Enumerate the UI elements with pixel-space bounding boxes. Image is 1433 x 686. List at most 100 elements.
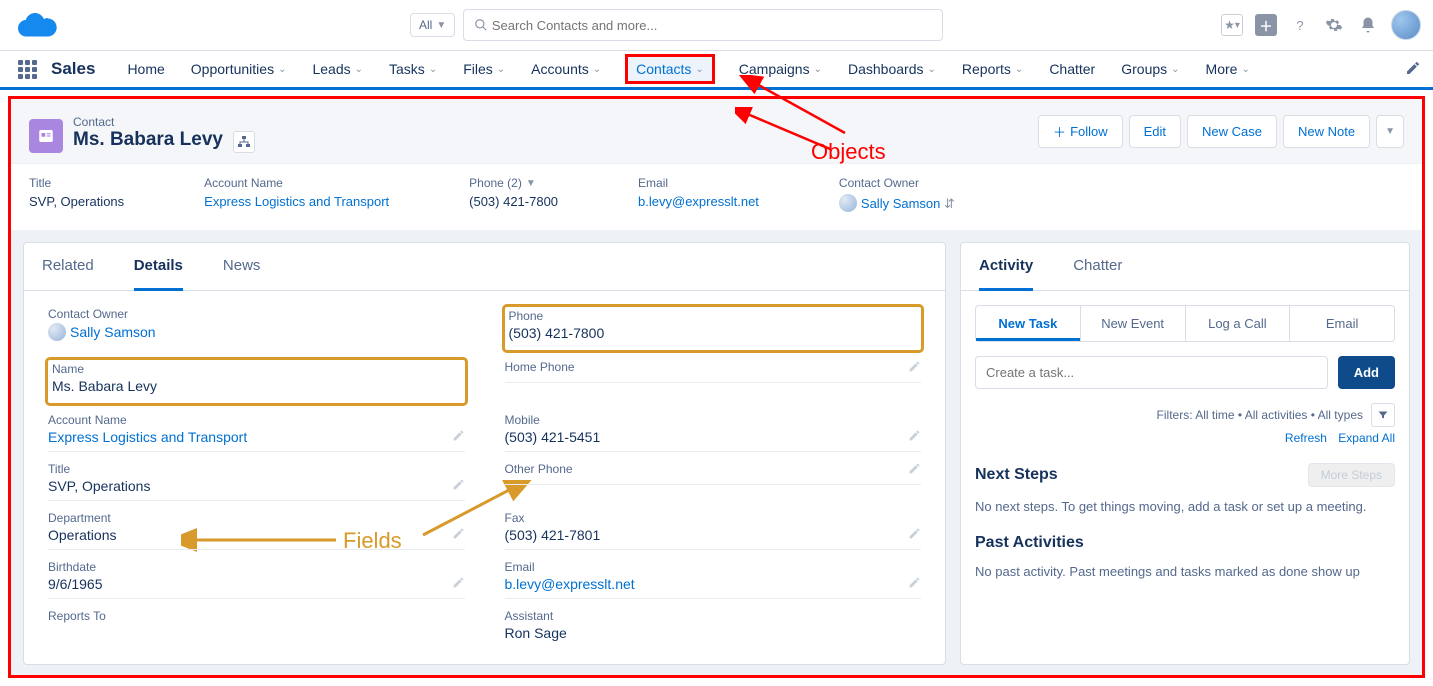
- chevron-down-icon: ⌄: [1171, 64, 1179, 75]
- nav-item-files[interactable]: Files ⌄: [461, 57, 507, 81]
- field-label: Fax: [505, 511, 922, 525]
- edit-pencil-icon[interactable]: [908, 360, 921, 376]
- app-launcher-icon[interactable]: [18, 60, 37, 79]
- nav-item-dashboards[interactable]: Dashboards ⌄: [846, 57, 938, 81]
- hierarchy-button[interactable]: [233, 131, 255, 153]
- subtab-email[interactable]: Email: [1290, 306, 1394, 341]
- new-task-input[interactable]: [975, 356, 1328, 389]
- nav-label: Groups: [1121, 61, 1167, 77]
- edit-pencil-icon[interactable]: [452, 429, 465, 445]
- nav-item-contacts[interactable]: Contacts ⌄: [625, 54, 715, 84]
- edit-pencil-icon[interactable]: [452, 576, 465, 592]
- new-note-button[interactable]: New Note: [1283, 115, 1370, 148]
- hl-account-value[interactable]: Express Logistics and Transport: [204, 194, 389, 209]
- nav-item-chatter[interactable]: Chatter: [1047, 57, 1097, 81]
- field-value: Ms. Babara Levy: [52, 376, 461, 401]
- tab-news[interactable]: News: [223, 243, 261, 290]
- hl-title-value: SVP, Operations: [29, 194, 124, 209]
- notifications-bell-icon[interactable]: [1357, 14, 1379, 36]
- hl-phone-label: Phone (2): [469, 176, 522, 190]
- nav-item-opportunities[interactable]: Opportunities ⌄: [189, 57, 289, 81]
- nav-item-leads[interactable]: Leads ⌄: [310, 57, 365, 81]
- field-link[interactable]: Express Logistics and Transport: [48, 429, 247, 445]
- search-input[interactable]: [492, 18, 932, 33]
- tab-details[interactable]: Details: [134, 243, 183, 291]
- next-steps-header: Next Steps More Steps: [961, 455, 1409, 495]
- expand-all-link[interactable]: Expand All: [1338, 431, 1395, 445]
- refresh-link[interactable]: Refresh: [1285, 431, 1327, 445]
- field-label: Email: [505, 560, 922, 574]
- change-owner-icon[interactable]: ⇵: [944, 196, 955, 211]
- field-account-name: Account NameExpress Logistics and Transp…: [48, 413, 465, 452]
- hl-owner-value[interactable]: Sally Samson: [861, 196, 940, 211]
- record-region: Objects Contact Ms. Babara Levy ＋Follow …: [8, 96, 1425, 678]
- nav-item-tasks[interactable]: Tasks ⌄: [387, 57, 439, 81]
- edit-pencil-icon[interactable]: [452, 527, 465, 543]
- field-value[interactable]: (503) 421-5451: [505, 427, 922, 452]
- edit-pencil-icon[interactable]: [908, 576, 921, 592]
- help-icon[interactable]: ?: [1289, 14, 1311, 36]
- edit-pencil-icon[interactable]: [908, 527, 921, 543]
- details-panel: RelatedDetailsNews Contact OwnerSally Sa…: [23, 242, 946, 665]
- subtab-log-a-call[interactable]: Log a Call: [1186, 306, 1291, 341]
- field-value[interactable]: [505, 374, 922, 383]
- hl-owner-label: Contact Owner: [839, 176, 955, 190]
- field-value[interactable]: [505, 476, 922, 485]
- chevron-down-icon: ⌄: [1015, 64, 1023, 75]
- global-add-button[interactable]: ＋: [1255, 14, 1277, 36]
- activity-links: Refresh Expand All: [961, 427, 1409, 455]
- search-icon: [474, 18, 488, 32]
- field-value[interactable]: Express Logistics and Transport: [48, 427, 465, 452]
- nav-label: Opportunities: [191, 61, 274, 77]
- field-label: Birthdate: [48, 560, 465, 574]
- edit-nav-pencil-icon[interactable]: [1405, 60, 1421, 79]
- hl-account: Account Name Express Logistics and Trans…: [204, 176, 389, 212]
- subtab-new-event[interactable]: New Event: [1081, 306, 1186, 341]
- field-label: Name: [52, 362, 461, 376]
- record-header: Contact Ms. Babara Levy ＋Follow Edit New…: [11, 99, 1422, 163]
- field-link[interactable]: b.levy@expresslt.net: [505, 576, 635, 592]
- chevron-down-icon[interactable]: ▼: [526, 178, 536, 189]
- tab-related[interactable]: Related: [42, 243, 94, 290]
- field-value[interactable]: b.levy@expresslt.net: [505, 574, 922, 599]
- field-link[interactable]: Sally Samson: [70, 324, 156, 340]
- search-box[interactable]: [463, 9, 943, 41]
- more-actions-button[interactable]: ▼: [1376, 115, 1404, 148]
- nav-item-accounts[interactable]: Accounts ⌄: [529, 57, 603, 81]
- hl-email-value[interactable]: b.levy@expresslt.net: [638, 194, 759, 209]
- filter-icon[interactable]: [1371, 403, 1395, 427]
- nav-item-more[interactable]: More ⌄: [1204, 57, 1252, 81]
- edit-button[interactable]: Edit: [1129, 115, 1181, 148]
- setup-gear-icon[interactable]: [1323, 14, 1345, 36]
- field-value[interactable]: SVP, Operations: [48, 476, 465, 501]
- more-steps-button[interactable]: More Steps: [1308, 463, 1395, 487]
- chevron-down-icon: ⌄: [814, 64, 822, 75]
- add-task-button[interactable]: Add: [1338, 356, 1395, 389]
- nav-item-home[interactable]: Home: [125, 57, 166, 81]
- field-value: Sally Samson: [48, 321, 465, 348]
- chevron-down-icon: ⌄: [593, 64, 601, 75]
- field-value[interactable]: 9/6/1965: [48, 574, 465, 599]
- field-value[interactable]: Operations: [48, 525, 465, 550]
- user-avatar[interactable]: [1391, 10, 1421, 40]
- edit-pencil-icon[interactable]: [908, 462, 921, 478]
- tab-activity[interactable]: Activity: [979, 243, 1033, 291]
- edit-pencil-icon[interactable]: [452, 478, 465, 494]
- favorites-button[interactable]: ★▾: [1221, 14, 1243, 36]
- search-scope-dropdown[interactable]: All ▼: [410, 13, 455, 37]
- nav-item-reports[interactable]: Reports ⌄: [960, 57, 1025, 81]
- app-name: Sales: [51, 59, 95, 79]
- field-value[interactable]: (503) 421-7801: [505, 525, 922, 550]
- nav-label: More: [1206, 61, 1238, 77]
- new-case-button[interactable]: New Case: [1187, 115, 1277, 148]
- nav-item-campaigns[interactable]: Campaigns ⌄: [737, 57, 824, 81]
- edit-pencil-icon[interactable]: [908, 429, 921, 445]
- hl-title: Title SVP, Operations: [29, 176, 124, 212]
- nav-item-groups[interactable]: Groups ⌄: [1119, 57, 1181, 81]
- left-tabs: Related Details News: [24, 243, 945, 291]
- subtab-new-task[interactable]: New Task: [976, 306, 1081, 341]
- follow-button[interactable]: ＋Follow: [1038, 115, 1123, 148]
- next-steps-body: No next steps. To get things moving, add…: [961, 495, 1409, 526]
- tab-chatter[interactable]: Chatter: [1073, 243, 1122, 290]
- field-title: TitleSVP, Operations: [48, 462, 465, 501]
